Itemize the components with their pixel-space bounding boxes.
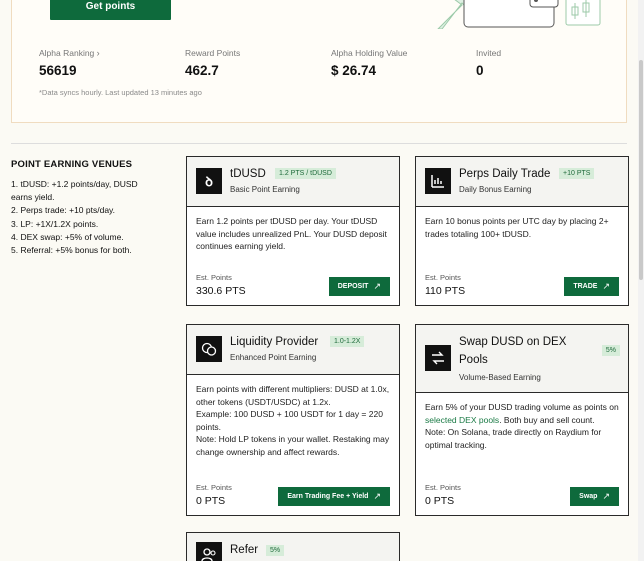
description-text: . Both buy and sell count.: [499, 414, 595, 425]
refer-card: Refer 5%: [186, 532, 400, 561]
card-subtitle: Volume-Based Earning: [459, 373, 541, 382]
wallet-illustration-icon: [437, 0, 601, 29]
chevron-right-icon: ›: [96, 48, 100, 58]
chart-trend-icon: [425, 168, 451, 194]
list-item: 4. DEX swap: +5% of volume.: [11, 231, 124, 242]
card-title: tDUSD: [230, 168, 266, 180]
arrow-up-right-icon: ↗: [602, 491, 610, 501]
deposit-button[interactable]: DEPOSIT ↗: [328, 277, 390, 296]
card-header: ꝺ tDUSD 1.2 PTS / tDUSD Basic Point Earn…: [187, 157, 399, 207]
points-summary-card: Get points Alpha Ranking › 56619 Reward …: [11, 0, 627, 123]
card-title: Liquidity Provider: [230, 336, 319, 348]
description-text: Earn 5% of your DUSD trading volume as p…: [425, 402, 619, 412]
arrow-up-right-icon: ↗: [373, 491, 381, 501]
card-title: Swap DUSD on DEX Pools: [459, 336, 567, 366]
rate-badge: 5%: [266, 545, 285, 556]
est-points: Est. Points 0 PTS: [425, 483, 461, 507]
est-points: Est. Points 110 PTS: [425, 273, 465, 297]
rate-badge: 5%: [601, 345, 620, 356]
alpha-holding-value: $ 26.74: [331, 63, 377, 78]
card-subtitle: Enhanced Point Earning: [230, 353, 317, 362]
earn-trading-fee-label: Earn Trading Fee + Yield: [287, 493, 369, 500]
list-item: 2. Perps trade: +10 pts/day.: [11, 205, 116, 216]
get-points-button[interactable]: Get points: [50, 0, 171, 20]
card-subtitle: Basic Point Earning: [230, 185, 300, 194]
tdusd-logo-icon: ꝺ: [196, 168, 222, 194]
dex-pools-link[interactable]: selected DEX pools: [425, 415, 499, 425]
swap-button[interactable]: Swap ↗: [570, 487, 619, 506]
venues-list: 1. tDUSD: +1.2 points/day, DUSD earns yi…: [11, 178, 161, 257]
card-title: Refer: [230, 544, 259, 556]
card-description: Earn 5% of your DUSD trading volume as p…: [416, 393, 628, 459]
list-item: 5. Referral: +5% bonus for both.: [11, 245, 132, 256]
description-paragraph: Example: 100 DUSD + 100 USDT for 1 day =…: [196, 409, 383, 432]
scrollbar[interactable]: [638, 0, 644, 561]
swap-icon: [425, 345, 451, 371]
invited-value: 0: [476, 63, 484, 78]
alpha-ranking-label[interactable]: Alpha Ranking ›: [39, 48, 100, 58]
page: Get points Alpha Ranking › 56619 Reward …: [0, 0, 638, 561]
earn-trading-fee-button[interactable]: Earn Trading Fee + Yield ↗: [278, 487, 390, 506]
est-points-label: Est. Points: [196, 273, 232, 282]
swap-card: Swap DUSD on DEX Pools 5% Volume-Based E…: [415, 324, 629, 516]
est-points-label: Est. Points: [425, 273, 461, 282]
arrow-up-right-icon: ↗: [602, 281, 610, 291]
est-points-value: 330.6 PTS: [196, 285, 246, 297]
est-points-label: Est. Points: [425, 483, 461, 492]
card-description: Earn 10 bonus points per UTC day by plac…: [425, 216, 609, 239]
card-header: Perps Daily Trade +10 PTS Daily Bonus Ea…: [416, 157, 628, 207]
card-header: Swap DUSD on DEX Pools 5% Volume-Based E…: [416, 325, 628, 393]
users-icon: [196, 542, 222, 561]
swap-button-label: Swap: [579, 493, 598, 500]
list-item: 3. LP: +1X/1.2X points.: [11, 218, 99, 229]
alpha-ranking-value: 56619: [39, 63, 77, 78]
perps-card: Perps Daily Trade +10 PTS Daily Bonus Ea…: [415, 156, 629, 306]
card-subtitle: Daily Bonus Earning: [459, 185, 532, 194]
deposit-button-label: DEPOSIT: [337, 283, 369, 290]
card-header: Liquidity Provider 1.0-1.2X Enhanced Poi…: [187, 325, 399, 375]
est-points-value: 110 PTS: [425, 285, 466, 297]
rate-badge: 1.0-1.2X: [330, 336, 365, 347]
invited-label: Invited: [476, 48, 502, 58]
description-paragraph: Earn points with different multipliers: …: [196, 384, 390, 407]
card-header: Refer 5%: [187, 533, 399, 561]
list-item: 1. tDUSD: +1.2 points/day, DUSD earns yi…: [11, 179, 138, 203]
est-points-label: Est. Points: [196, 483, 232, 492]
trade-button[interactable]: TRADE ↗: [564, 277, 619, 296]
card-description: Earn 1.2 points per tDUSD per day. Your …: [196, 216, 387, 251]
arrow-up-right-icon: ↗: [373, 281, 381, 291]
sync-note: *Data syncs hourly. Last updated 13 minu…: [39, 88, 202, 97]
est-points: Est. Points 330.6 PTS: [196, 273, 246, 297]
reward-points-label: Reward Points: [185, 48, 241, 58]
description-note: Note: On Solana, trade directly on Raydi…: [425, 427, 602, 450]
card-title: Perps Daily Trade: [459, 168, 551, 180]
tdusd-card: ꝺ tDUSD 1.2 PTS / tDUSD Basic Point Earn…: [186, 156, 400, 306]
section-divider: [11, 143, 627, 144]
alpha-holding-value-label: Alpha Holding Value: [331, 48, 408, 58]
trade-button-label: TRADE: [573, 283, 598, 290]
card-description: Earn points with different multipliers: …: [187, 375, 399, 466]
est-points: Est. Points 0 PTS: [196, 483, 232, 507]
liquidity-provider-card: Liquidity Provider 1.0-1.2X Enhanced Poi…: [186, 324, 400, 516]
reward-points-value: 462.7: [185, 63, 219, 78]
est-points-value: 0 PTS: [425, 495, 455, 507]
est-points-value: 0 PTS: [196, 495, 226, 507]
rate-badge: 1.2 PTS / tDUSD: [275, 168, 336, 179]
rate-badge: +10 PTS: [559, 168, 595, 179]
description-paragraph: Note: Hold LP tokens in your wallet. Res…: [196, 434, 390, 457]
venues-title: POINT EARNING VENUES: [11, 159, 133, 170]
scrollbar-thumb[interactable]: [639, 60, 643, 280]
coins-icon: [196, 336, 222, 362]
